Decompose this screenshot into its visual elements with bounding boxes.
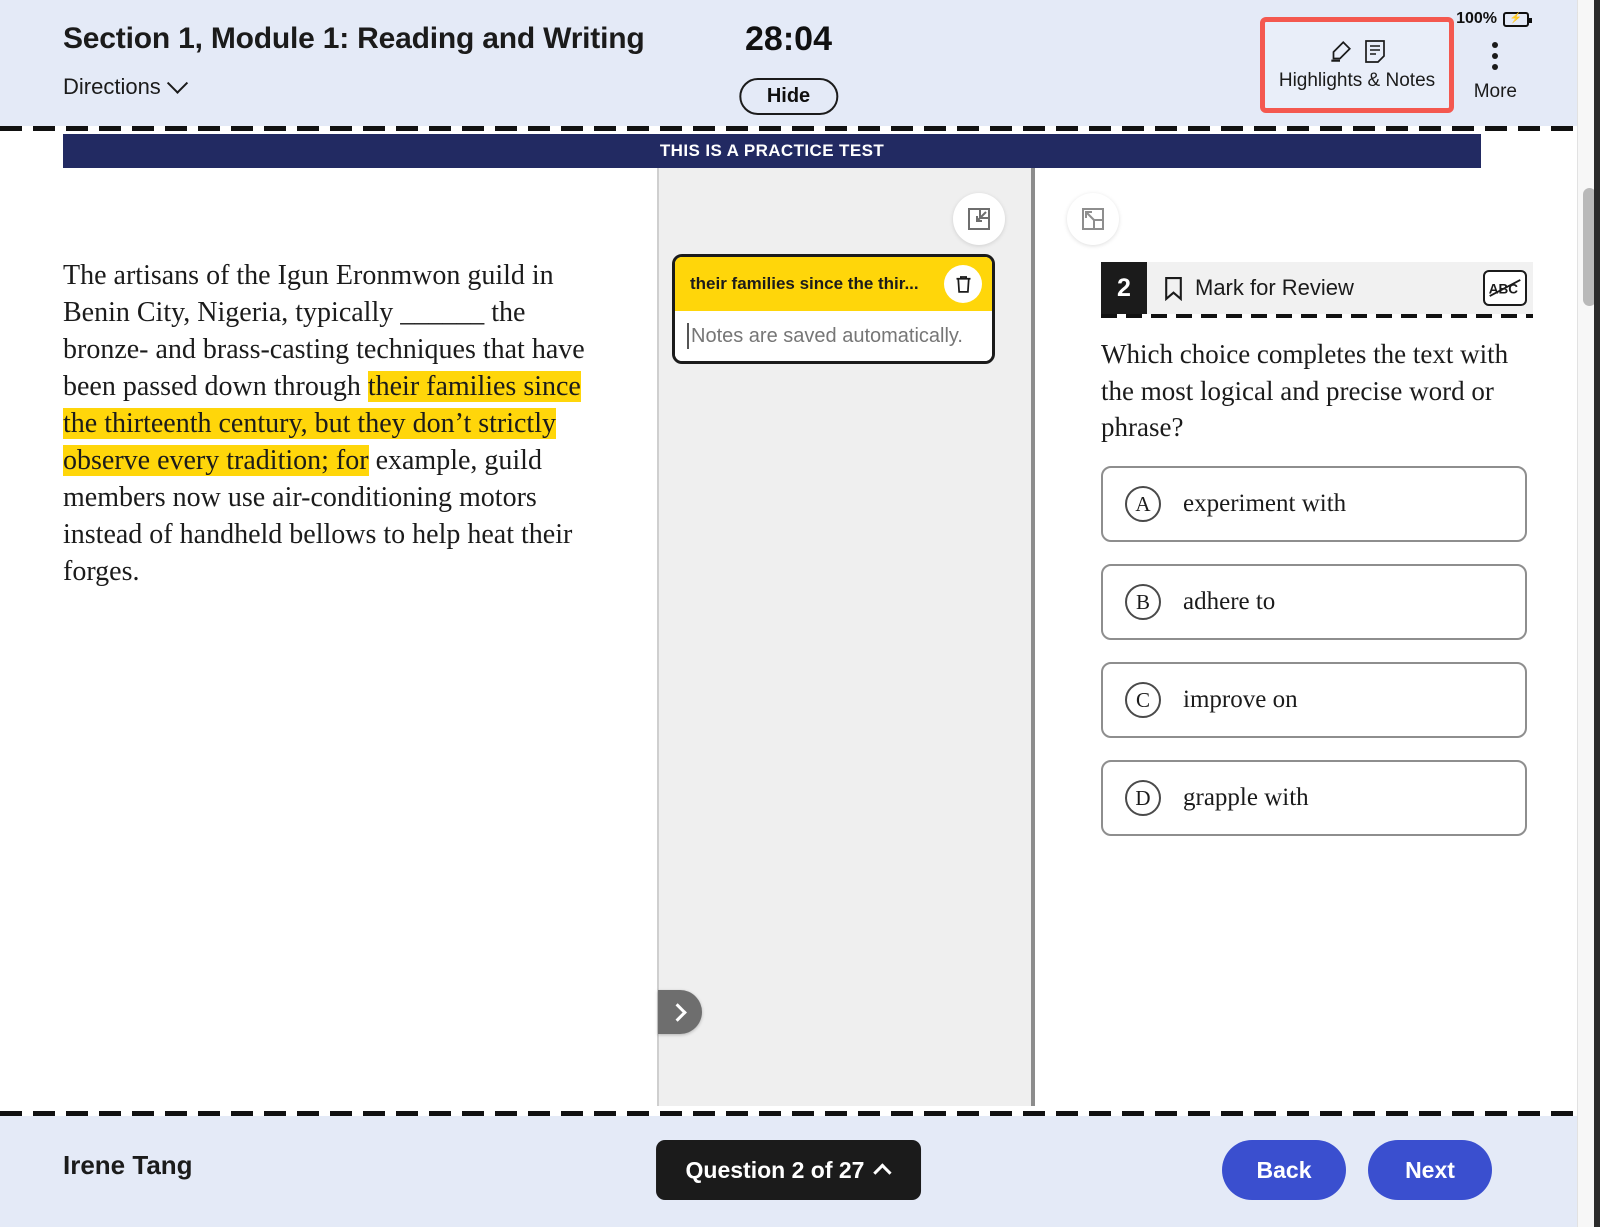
question-panel-expand-button[interactable] xyxy=(1067,193,1119,245)
question-header: 2 Mark for Review ABC xyxy=(1101,262,1533,314)
panel-collapse-icon xyxy=(968,208,990,230)
delete-note-button[interactable] xyxy=(944,265,982,303)
note-input-area[interactable]: Notes are saved automatically. xyxy=(675,311,992,361)
text-cursor xyxy=(687,323,689,349)
passage-text: The artisans of the Igun Eronmwon guild … xyxy=(63,258,617,591)
note-card-header: their families since the thir... xyxy=(675,257,992,311)
answer-choices: A experiment with B adhere to C improve … xyxy=(1101,466,1527,858)
question-header-divider xyxy=(1101,314,1533,318)
test-footer: Irene Tang Question 2 of 27 Back Next xyxy=(0,1116,1577,1227)
main-content: The artisans of the Igun Eronmwon guild … xyxy=(0,168,1577,1106)
sat-bluebook-test-screen: Section 1, Module 1: Reading and Writing… xyxy=(0,0,1600,1227)
answer-choice-b[interactable]: B adhere to xyxy=(1101,564,1527,640)
more-button[interactable]: More xyxy=(1474,42,1517,103)
student-name: Irene Tang xyxy=(63,1150,193,1180)
chevron-up-icon xyxy=(873,1162,893,1182)
choice-letter: A xyxy=(1125,486,1161,522)
highlighter-pen-icon xyxy=(1331,40,1351,62)
choice-letter: D xyxy=(1125,780,1161,816)
choice-text: grapple with xyxy=(1183,784,1309,811)
note-page-icon xyxy=(1365,39,1385,63)
back-button[interactable]: Back xyxy=(1222,1140,1346,1200)
mark-for-review-label: Mark for Review xyxy=(1195,275,1354,300)
directions-button[interactable]: Directions xyxy=(63,72,188,100)
bookmark-icon xyxy=(1165,276,1182,301)
choice-text: adhere to xyxy=(1183,588,1276,615)
question-navigator-button[interactable]: Question 2 of 27 xyxy=(655,1140,922,1200)
navigation-buttons: Back Next xyxy=(1222,1140,1492,1200)
choice-text: improve on xyxy=(1183,686,1298,713)
more-label: More xyxy=(1473,81,1517,102)
directions-label: Directions xyxy=(63,74,161,99)
notes-panel: their families since the thir... Notes a… xyxy=(657,168,1031,1106)
notes-panel-collapse-button[interactable] xyxy=(953,193,1005,245)
window-edge xyxy=(1594,0,1600,1227)
question-prompt: Which choice completes the text with the… xyxy=(1101,339,1509,443)
highlights-notes-label: Highlights & Notes xyxy=(1278,69,1436,91)
note-placeholder: Notes are saved automatically. xyxy=(691,324,963,347)
battery-charging-icon: ⚡ xyxy=(1503,11,1532,27)
highlights-notes-icons xyxy=(1327,39,1387,65)
highlights-and-notes-button[interactable]: Highlights & Notes xyxy=(1260,17,1454,113)
trash-icon xyxy=(956,276,970,293)
header-divider xyxy=(0,126,1577,131)
answer-choice-a[interactable]: A experiment with xyxy=(1101,466,1527,542)
answer-choice-d[interactable]: D grapple with xyxy=(1101,760,1527,836)
chevron-down-icon xyxy=(166,72,188,94)
hide-timer-button[interactable]: Hide xyxy=(738,78,839,115)
practice-test-banner: THIS IS A PRACTICE TEST xyxy=(63,134,1481,168)
abc-strikethrough-icon: ABC xyxy=(1489,279,1521,297)
question-panel: 2 Mark for Review ABC Which choice compl… xyxy=(1031,168,1577,1106)
choice-letter: B xyxy=(1125,584,1161,620)
passage-panel: The artisans of the Igun Eronmwon guild … xyxy=(0,168,657,1106)
question-number: 2 xyxy=(1101,262,1147,314)
answer-choice-c[interactable]: C improve on xyxy=(1101,662,1527,738)
vertical-dots-icon xyxy=(1492,42,1499,70)
battery-status: 100% ⚡ xyxy=(1456,10,1532,28)
answer-eliminator-button[interactable]: ABC xyxy=(1483,270,1527,306)
question-navigator-label: Question 2 of 27 xyxy=(685,1156,865,1183)
choice-text: experiment with xyxy=(1183,490,1347,517)
chevron-right-icon xyxy=(667,1002,687,1022)
note-card-title: their families since the thir... xyxy=(690,274,919,293)
expand-passage-button[interactable] xyxy=(658,990,702,1034)
mark-for-review-button[interactable]: Mark for Review xyxy=(1163,275,1354,301)
choice-letter: C xyxy=(1125,682,1161,718)
battery-percent: 100% xyxy=(1456,10,1497,27)
panel-expand-icon xyxy=(1082,208,1104,230)
test-header: Section 1, Module 1: Reading and Writing… xyxy=(0,0,1577,126)
note-card[interactable]: their families since the thir... Notes a… xyxy=(672,254,995,364)
next-button[interactable]: Next xyxy=(1368,1140,1492,1200)
